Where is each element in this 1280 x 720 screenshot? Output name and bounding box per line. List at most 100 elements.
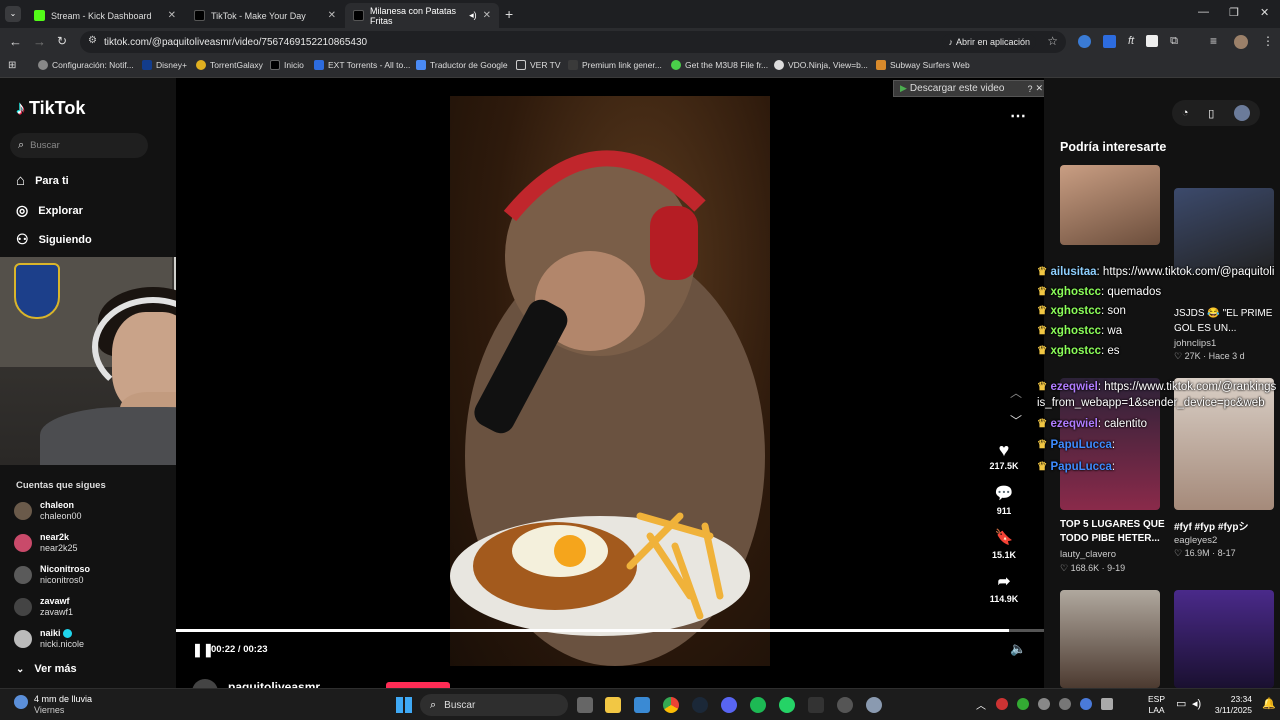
chat-username[interactable]: xghostcc: [1051, 325, 1102, 337]
account-item[interactable]: Niconitroso niconitros0: [14, 564, 90, 586]
close-window-button[interactable]: ✕: [1260, 6, 1269, 19]
chat-username[interactable]: ailusitaa: [1051, 266, 1097, 278]
forward-icon[interactable]: →: [33, 34, 46, 49]
account-item[interactable]: near2k near2k25: [14, 532, 78, 554]
bookmark-item[interactable]: VER TV: [516, 60, 561, 70]
photos-icon[interactable]: [634, 697, 650, 713]
bookmark-item[interactable]: Subway Surfers Web: [876, 60, 970, 70]
settings-icon[interactable]: [866, 697, 882, 713]
puzzle-icon[interactable]: ⧉: [1170, 35, 1178, 48]
like-button[interactable]: ♥ 217.5K: [984, 440, 1024, 471]
back-icon[interactable]: ←: [9, 34, 22, 49]
taskbar-search[interactable]: ⌕ Buscar: [420, 694, 568, 716]
chat-username[interactable]: PapuLucca: [1051, 461, 1112, 473]
apps-icon[interactable]: ⊞: [8, 60, 16, 71]
chrome-icon[interactable]: [663, 697, 679, 713]
suggested-thumb[interactable]: [1060, 165, 1160, 245]
windows-start-icon[interactable]: [396, 697, 412, 713]
account-item[interactable]: zavawf zavawf1: [14, 596, 73, 618]
progress-track[interactable]: [176, 629, 1044, 632]
bookmark-item[interactable]: TorrentGalaxy: [196, 60, 263, 70]
chat-username[interactable]: xghostcc: [1051, 345, 1102, 357]
spotify-icon[interactable]: [750, 697, 766, 713]
site-info-icon[interactable]: ⚙: [88, 35, 97, 46]
search-box[interactable]: ⌕ Buscar: [10, 133, 148, 158]
chat-username[interactable]: xghostcc: [1051, 305, 1102, 317]
speaker-icon[interactable]: ◂): [469, 10, 477, 21]
close-icon[interactable]: ✕: [1035, 83, 1043, 94]
epic-games-icon[interactable]: [808, 697, 824, 713]
restore-button[interactable]: ❐: [1229, 6, 1239, 19]
extension-icon[interactable]: [1078, 35, 1091, 48]
suggested-thumb[interactable]: [1174, 188, 1274, 273]
language-indicator[interactable]: ESP LAA: [1148, 694, 1165, 716]
profile-avatar[interactable]: [1234, 35, 1248, 49]
extension-icon[interactable]: ft: [1128, 35, 1134, 48]
chat-username[interactable]: ezeqwiel: [1051, 381, 1098, 393]
reading-list-icon[interactable]: ≡: [1210, 34, 1217, 48]
chat-username[interactable]: ezeqwiel: [1051, 418, 1098, 430]
menu-icon[interactable]: ⋮: [1262, 34, 1274, 48]
open-in-app-button[interactable]: ♪ Abrir en aplicación: [942, 34, 1036, 50]
discord-icon[interactable]: [721, 697, 737, 713]
tray-overflow-icon[interactable]: ︿: [976, 697, 986, 712]
speed-icon[interactable]: ◔: [1182, 107, 1189, 119]
prev-video-button[interactable]: ︿: [1010, 384, 1022, 401]
next-video-button[interactable]: ﹀: [1010, 412, 1022, 429]
tray-icon[interactable]: [1080, 698, 1092, 710]
star-icon[interactable]: ☆: [1047, 34, 1058, 48]
weather-icon[interactable]: [14, 695, 28, 709]
close-icon[interactable]: ✕: [168, 10, 176, 21]
device-icon[interactable]: ▯: [1208, 107, 1214, 120]
see-more-button[interactable]: ⌄ Ver más: [16, 663, 77, 675]
nav-para-ti[interactable]: ⌂ Para ti: [16, 172, 69, 189]
notification-icon[interactable]: 🔔: [1262, 697, 1276, 710]
more-options-icon[interactable]: ⋯: [1010, 106, 1026, 126]
bookmark-item[interactable]: EXT Torrents - All to...: [314, 60, 410, 70]
new-tab-button[interactable]: +: [505, 6, 513, 22]
obs-icon[interactable]: [837, 697, 853, 713]
chat-username[interactable]: xghostcc: [1051, 286, 1102, 298]
help-icon[interactable]: ?: [1027, 84, 1032, 94]
close-icon[interactable]: ✕: [328, 10, 336, 21]
close-icon[interactable]: ✕: [483, 10, 491, 21]
task-view-icon[interactable]: [577, 697, 593, 713]
video-frame[interactable]: [450, 96, 770, 666]
share-button[interactable]: ➦ 114.9K: [984, 572, 1024, 604]
nav-siguiendo[interactable]: ⚇ Siguiendo: [16, 231, 92, 248]
bookmark-item[interactable]: VDO.Ninja, View=b...: [774, 60, 868, 70]
tray-icon[interactable]: [1059, 698, 1071, 710]
network-icon[interactable]: ▭: [1176, 697, 1186, 710]
whatsapp-icon[interactable]: [779, 697, 795, 713]
bookmark-item[interactable]: Premium link gener...: [568, 60, 662, 70]
chat-username[interactable]: PapuLucca: [1051, 439, 1112, 451]
tiktok-logo[interactable]: ♪ TikTok: [16, 98, 85, 119]
user-avatar[interactable]: [1234, 105, 1251, 121]
reload-icon[interactable]: ↻: [57, 34, 67, 48]
bookmark-item[interactable]: Configuración: Notif...: [38, 60, 134, 70]
bookmark-item[interactable]: Traductor de Google: [416, 60, 508, 70]
tab-kick[interactable]: Stream - Kick Dashboard ✕: [26, 3, 184, 28]
minimize-button[interactable]: —: [1198, 6, 1209, 18]
file-explorer-icon[interactable]: [605, 697, 621, 713]
extension-icon[interactable]: [1146, 35, 1159, 47]
tray-icon[interactable]: [1017, 698, 1029, 710]
steam-icon[interactable]: [692, 697, 708, 713]
clock[interactable]: 23:34 3/11/2025: [1214, 694, 1252, 716]
tray-icon[interactable]: [996, 698, 1008, 710]
tab-list-button[interactable]: ⌄: [5, 6, 21, 22]
comment-button[interactable]: 💬 911: [984, 484, 1024, 516]
tab-tiktok[interactable]: TikTok - Make Your Day ✕: [186, 3, 344, 28]
volume-tray-icon[interactable]: ◂): [1192, 697, 1201, 710]
suggested-thumb[interactable]: [1174, 590, 1274, 688]
bookmark-item[interactable]: Inicio: [270, 60, 304, 70]
account-item[interactable]: naiki nicki.nicole: [14, 628, 84, 650]
account-item[interactable]: chaleon chaleon00: [14, 500, 82, 522]
url-field[interactable]: ⚙ tiktok.com/@paquitoliveasmr/video/7567…: [80, 31, 1066, 53]
nav-explorar[interactable]: ◎ Explorar: [16, 202, 83, 219]
download-banner[interactable]: ▶ Descargar este video ? ✕: [893, 80, 1048, 97]
bookmark-item[interactable]: Disney+: [142, 60, 187, 70]
bookmark-item[interactable]: Get the M3U8 File fr...: [671, 60, 768, 70]
microphone-icon[interactable]: [1101, 698, 1113, 710]
suggested-thumb[interactable]: [1060, 590, 1160, 688]
